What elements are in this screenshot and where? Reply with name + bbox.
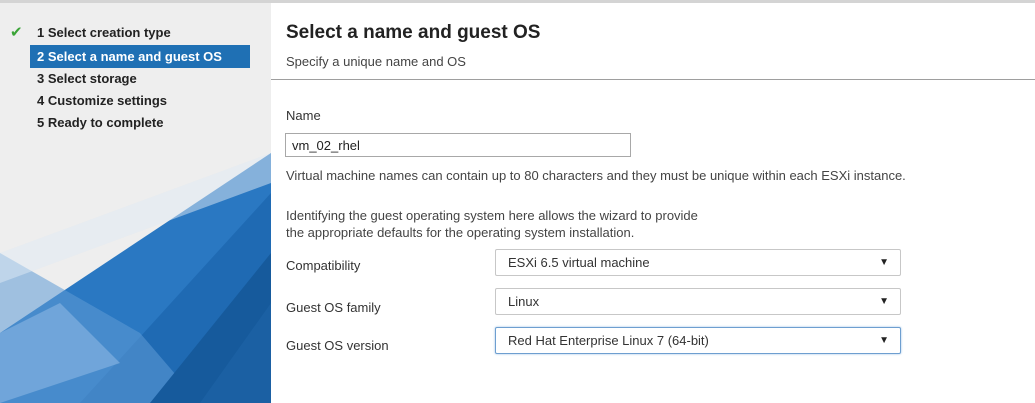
vm-name-input[interactable] <box>285 133 631 157</box>
divider <box>271 79 1035 80</box>
wizard-step-label: 2 Select a name and guest OS <box>37 49 222 64</box>
wizard-steps: ✔ 1 Select creation type 2 Select a name… <box>0 21 271 134</box>
os-help-text-line-1: Identifying the guest operating system h… <box>286 208 698 223</box>
guest-os-version-label: Guest OS version <box>286 338 389 353</box>
page-title: Select a name and guest OS <box>286 22 541 43</box>
wizard-step-3[interactable]: 3 Select storage <box>0 68 271 90</box>
chevron-down-icon: ▼ <box>879 296 889 307</box>
wizard-step-2-active[interactable]: 2 Select a name and guest OS <box>30 45 250 68</box>
compatibility-select[interactable]: ESXi 6.5 virtual machine ▼ <box>495 249 901 276</box>
compatibility-selected-value: ESXi 6.5 virtual machine <box>508 255 650 270</box>
name-label: Name <box>286 108 321 123</box>
wizard-step-4[interactable]: 4 Customize settings <box>0 90 271 112</box>
guest-os-family-label: Guest OS family <box>286 300 381 315</box>
wizard-step-label: 4 Customize settings <box>37 93 168 108</box>
chevron-down-icon: ▼ <box>879 335 889 346</box>
wizard-step-5[interactable]: 5 Ready to complete <box>0 112 271 134</box>
wizard-step-1[interactable]: ✔ 1 Select creation type <box>0 21 271 45</box>
guest-os-version-select[interactable]: Red Hat Enterprise Linux 7 (64-bit) ▼ <box>495 327 901 354</box>
wizard-step-label: 1 Select creation type <box>37 25 171 40</box>
page-subtitle: Specify a unique name and OS <box>286 54 466 69</box>
os-help-text-line-2: the appropriate defaults for the operati… <box>286 225 635 240</box>
wizard-main-panel: Select a name and guest OS Specify a uni… <box>271 3 1035 403</box>
chevron-down-icon: ▼ <box>879 257 889 268</box>
guest-os-family-selected-value: Linux <box>508 294 540 309</box>
guest-os-family-select[interactable]: Linux ▼ <box>495 288 901 315</box>
check-icon: ✔ <box>10 24 23 41</box>
name-help-text: Virtual machine names can contain up to … <box>286 168 906 183</box>
wizard-step-label: 3 Select storage <box>37 71 137 86</box>
guest-os-version-selected-value: Red Hat Enterprise Linux 7 (64-bit) <box>508 333 709 348</box>
wizard-step-label: 5 Ready to complete <box>37 115 164 130</box>
compatibility-label: Compatibility <box>286 258 361 273</box>
wizard-sidebar: ✔ 1 Select creation type 2 Select a name… <box>0 3 271 403</box>
